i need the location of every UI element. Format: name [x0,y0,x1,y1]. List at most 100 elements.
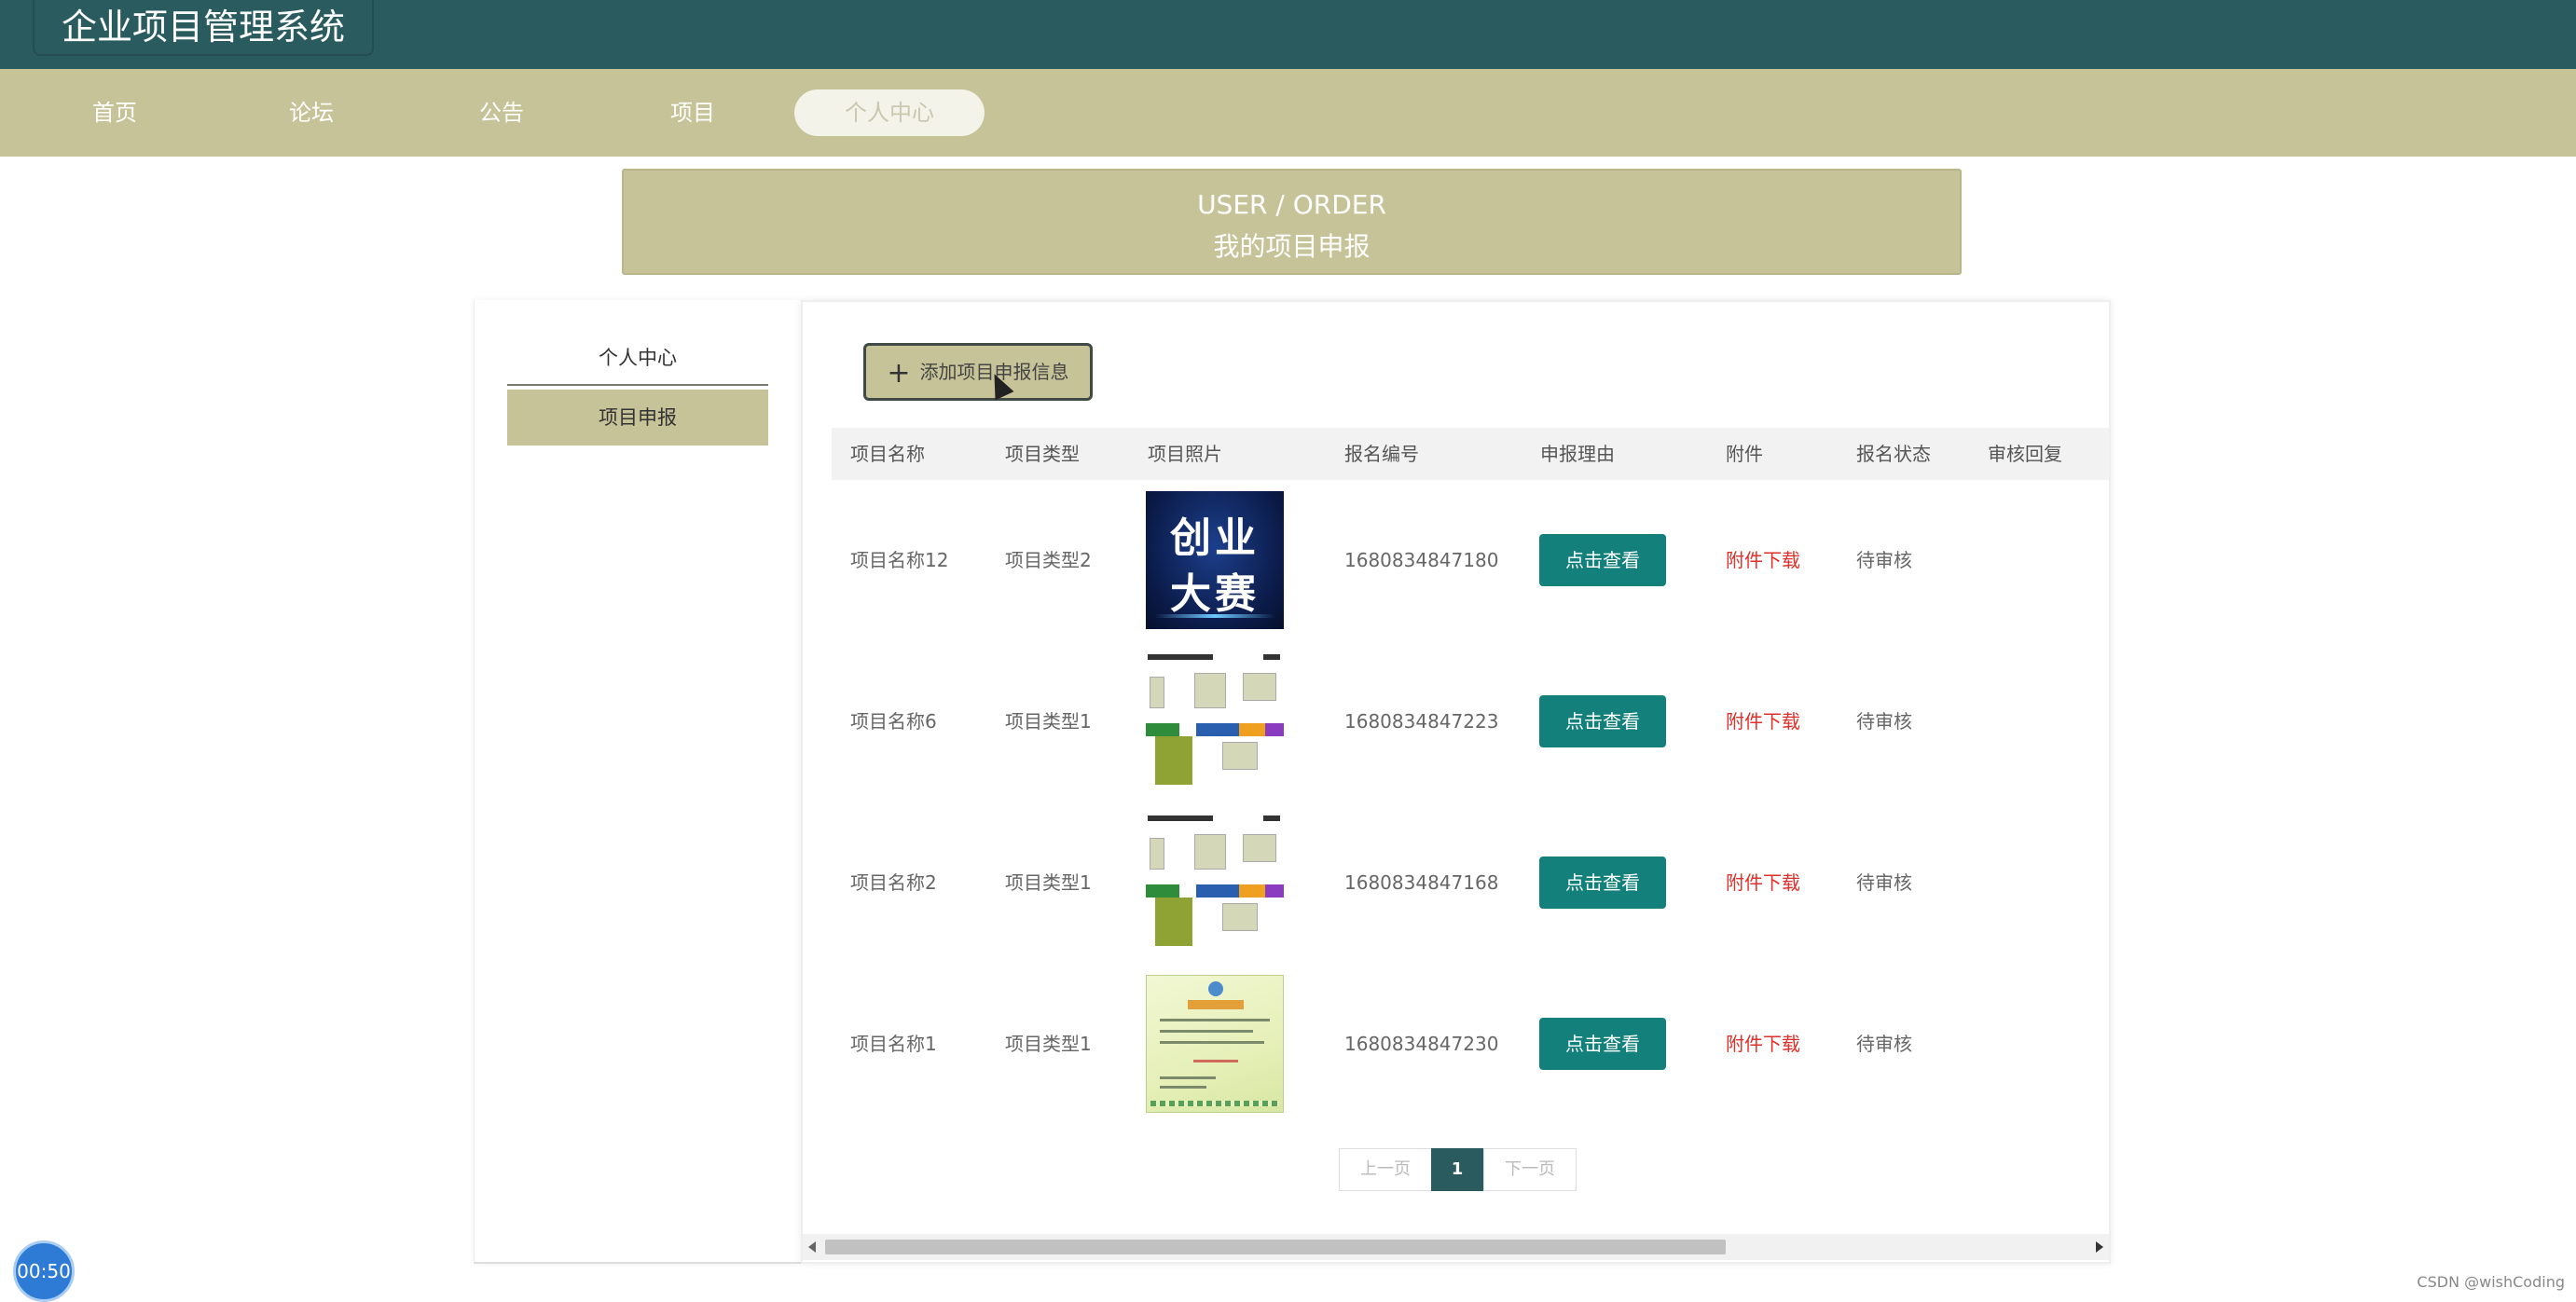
nav-notice[interactable]: 公告 [446,89,558,136]
photo-text-line2: 大赛 [1170,570,1260,618]
scroll-right-icon[interactable] [2096,1241,2103,1253]
photo-header-bar [1263,654,1280,660]
photo-header-bar [1148,654,1213,660]
project-photo [1146,814,1284,952]
cell-status: 待审核 [1856,1033,1912,1055]
photo-block [1150,838,1164,870]
nav-project[interactable]: 项目 [637,89,749,136]
photo-title-bar [1188,1000,1244,1009]
photo-arrow-orange [1239,723,1265,736]
photo-text-line [1160,1019,1270,1021]
photo-text-line [1193,1060,1238,1062]
table-row: 项目名称12 项目类型2 创业 大赛 1680834847180 点击查看 附件… [832,480,2109,640]
timer-badge: 00:50 [13,1240,75,1302]
attachment-download-link[interactable]: 附件下载 [1726,802,1800,963]
photo-footer-border [1150,1101,1279,1106]
cell-project-type: 项目类型1 [1005,1033,1092,1055]
pagination-page-1[interactable]: 1 [1431,1148,1483,1191]
page-banner: USER / ORDER 我的项目申报 [622,169,1962,275]
photo-arrow-green [1146,723,1179,736]
main-nav: 首页 论坛 公告 项目 个人中心 [0,69,2576,157]
photo-header-bar [1263,815,1280,821]
photo-arrow-blue [1196,884,1239,898]
photo-arrow-purple [1265,884,1284,898]
photo-block [1194,834,1226,870]
photo-block [1194,673,1226,708]
project-photo: 创业 大赛 [1146,491,1284,629]
cell-project-type: 项目类型1 [1005,710,1092,733]
table-row: 项目名称1 项目类型1 1680834847230 点击查看 附件下载 待审核 [832,964,2109,1124]
photo-text-line [1160,1086,1206,1089]
table-row: 项目名称2 项目类型1 1680834847168 点击查看 附件下载 待审核 [832,802,2109,963]
cell-project-name: 项目名称1 [850,1033,937,1055]
cell-apply-code: 1680834847168 [1344,871,1499,894]
table-row: 项目名称6 项目类型1 1680834847223 点击查看 附件下载 待审核 [832,641,2109,802]
photo-arrow-green [1146,884,1179,898]
photo-header-bar [1148,815,1213,821]
scroll-left-icon[interactable] [808,1241,816,1253]
photo-glow [1155,614,1274,618]
cell-project-name: 项目名称2 [850,871,937,894]
sidebar: 个人中心 项目申报 [474,300,802,1264]
col-attachment: 附件 [1726,443,1763,465]
view-reason-button[interactable]: 点击查看 [1539,695,1666,747]
attachment-download-link[interactable]: 附件下载 [1726,641,1800,802]
attachment-download-link[interactable]: 附件下载 [1726,964,1800,1124]
photo-arrow-blue [1196,723,1239,736]
col-status: 报名状态 [1856,443,1931,465]
col-reason: 申报理由 [1540,443,1615,465]
nav-home[interactable]: 首页 [59,89,171,136]
project-photo [1146,652,1284,790]
cell-status: 待审核 [1856,549,1912,571]
cell-project-type: 项目类型1 [1005,871,1092,894]
cell-apply-code: 1680834847230 [1344,1033,1499,1055]
view-reason-button[interactable]: 点击查看 [1539,534,1666,586]
cell-project-name: 项目名称6 [850,710,937,733]
nav-personal-center[interactable]: 个人中心 [794,89,985,136]
photo-text-line1: 创业 [1170,514,1260,562]
banner-title-en: USER / ORDER [1197,189,1386,220]
col-apply-code: 报名编号 [1344,443,1419,465]
col-project-photo: 项目照片 [1148,443,1222,465]
photo-text-line [1160,1041,1264,1044]
main-panel: + 添加项目申报信息 项目名称 项目类型 项目照片 报名编号 申报理由 附件 报名… [801,300,2111,1264]
sidebar-item-personal-center[interactable]: 个人中心 [507,330,768,386]
photo-text-line [1160,1030,1253,1033]
photo-text-line [1160,1076,1216,1079]
col-project-name: 项目名称 [850,443,925,465]
cell-status: 待审核 [1856,710,1912,733]
col-project-type: 项目类型 [1005,443,1080,465]
plus-icon: + [887,356,911,390]
cell-project-name: 项目名称12 [850,549,949,571]
sidebar-item-project-apply[interactable]: 项目申报 [507,390,768,445]
photo-block [1243,834,1276,862]
photo-arrow-purple [1265,723,1284,736]
cell-status: 待审核 [1856,871,1912,894]
table-header: 项目名称 项目类型 项目照片 报名编号 申报理由 附件 报名状态 审核回复 [832,428,2109,480]
top-header: 企业项目管理系统 [0,0,2576,69]
photo-block [1222,742,1258,770]
cell-apply-code: 1680834847223 [1344,710,1499,733]
photo-block [1243,673,1276,701]
cell-project-type: 项目类型2 [1005,549,1092,571]
photo-block [1150,677,1164,708]
photo-arrow-orange [1239,884,1265,898]
scrollbar-thumb[interactable] [825,1240,1726,1254]
attachment-download-link[interactable]: 附件下载 [1726,480,1800,640]
photo-green-block [1155,736,1192,785]
photo-seal [1208,981,1223,996]
horizontal-scrollbar[interactable] [803,1234,2109,1260]
view-reason-button[interactable]: 点击查看 [1539,1018,1666,1070]
cell-apply-code: 1680834847180 [1344,549,1499,571]
banner-title-cn: 我的项目申报 [1213,231,1371,262]
add-application-button[interactable]: + 添加项目申报信息 [863,343,1093,401]
col-review-reply: 审核回复 [1988,443,2062,465]
photo-block [1222,903,1258,931]
photo-green-block [1155,898,1192,946]
pagination-prev[interactable]: 上一页 [1339,1148,1432,1191]
view-reason-button[interactable]: 点击查看 [1539,857,1666,909]
watermark: CSDN @wishCoding [2417,1273,2565,1291]
nav-forum[interactable]: 论坛 [255,89,367,136]
app-title: 企业项目管理系统 [33,0,374,56]
pagination-next[interactable]: 下一页 [1483,1148,1577,1191]
